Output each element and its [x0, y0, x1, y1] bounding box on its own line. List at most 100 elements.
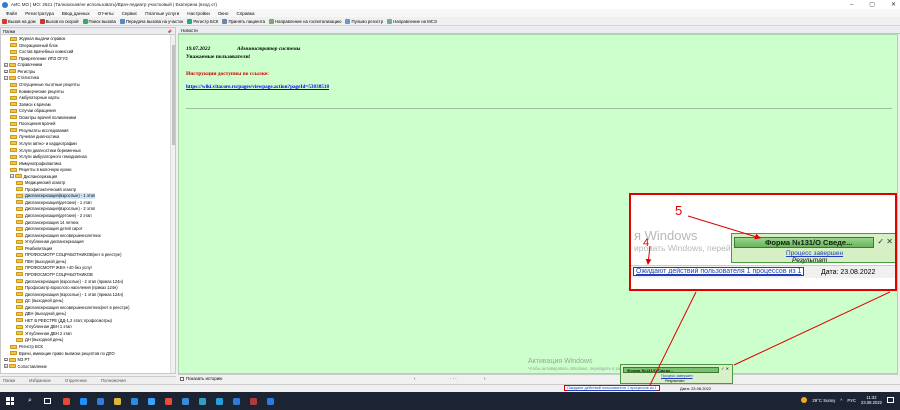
menu-item[interactable]: Регистратура [25, 11, 54, 16]
tree-item[interactable]: ПРОФОСМОТР СОЦРАБОТНИКОВ(нет в реестре) [16, 252, 121, 257]
tree-item[interactable]: Случаи обращения [10, 108, 56, 113]
pin-icon[interactable]: 📌 [167, 29, 172, 34]
zoom-waiting-processes-link[interactable]: Ожидают действий пользователя 1 процессо… [633, 267, 805, 276]
tree-item[interactable]: НЕТ В РЕЕСТРЕ (ДД-1,2 этап; профосмотры) [16, 318, 112, 323]
tree-item[interactable]: Записи к врачам [10, 102, 51, 107]
tree-item[interactable]: Осмотры врачей поликлиники [10, 115, 76, 120]
tree-item[interactable]: + Справочники [4, 62, 42, 67]
menu-item[interactable]: Платные услуги [145, 11, 179, 16]
tree-item[interactable]: Коммерческие рецепты [10, 88, 64, 94]
zoom-toast-process-link[interactable]: Процесс завершен [786, 250, 843, 257]
left-panel-tab[interactable]: Полномочия [101, 378, 126, 383]
left-panel-tab[interactable]: Отделение [65, 378, 87, 383]
taskbar-app-icon[interactable] [164, 397, 172, 405]
tree-item[interactable]: Прикрепление ИПЗ ОГУЗ [10, 56, 68, 61]
tree-item[interactable]: Диспансеризация(детские) - 1 этап [16, 200, 92, 205]
toolbar-button[interactable]: Поиск вызова [82, 18, 116, 24]
tree-item[interactable]: Рецепты в молочную кухню [10, 167, 71, 172]
tree-item[interactable]: Углубленная ДВН 1 этап [16, 324, 72, 329]
notifications-icon[interactable] [887, 397, 894, 403]
tab-news[interactable]: Новости [181, 28, 198, 33]
tree-item[interactable]: Медицинский осмотр [16, 180, 65, 185]
toast-controls-icon[interactable]: ✓ ✕ [721, 366, 729, 371]
tree-item[interactable]: − Статистика [4, 75, 39, 80]
tree-item[interactable]: ДН (выходной день) [16, 337, 63, 342]
windows-start-icon[interactable] [6, 397, 14, 405]
tree-item[interactable]: Диспансеризация (взрослые) - 2 этап (при… [16, 278, 123, 284]
collapse-icon[interactable]: − [10, 174, 14, 178]
tree-item[interactable]: Диспансеризация(взрослые) - 1 этап [16, 193, 96, 199]
toolbar-button[interactable]: Передача вызова на участок [119, 18, 183, 24]
minimize-button[interactable]: – [850, 2, 853, 8]
tree-item[interactable]: Диспансеризация несовершеннолетних [16, 233, 101, 238]
tree-item[interactable]: ПРОФОСМОТР СОЦРАБОТНИКОВ [16, 272, 93, 277]
tree-item[interactable]: Диспансеризация несовершеннолетних(нет в… [16, 305, 130, 310]
taskbar-app-icon[interactable] [198, 397, 206, 405]
toolbar-button[interactable]: Регистр БСК [187, 18, 218, 24]
taskbar-app-icon[interactable] [130, 397, 138, 405]
expand-icon[interactable]: + [4, 63, 8, 67]
waiting-processes-link[interactable]: Ожидают действий пользователя 1 процессо… [564, 385, 660, 391]
tree-item[interactable]: ДВН (выходной день) [16, 311, 66, 316]
expand-icon[interactable]: + [4, 357, 8, 362]
taskbar-app-icon[interactable] [147, 397, 155, 405]
close-button[interactable]: ✕ [891, 1, 896, 8]
scrollbar-thumb[interactable] [172, 45, 175, 145]
task-view-icon[interactable] [43, 398, 51, 404]
menu-item[interactable]: Файл [6, 11, 17, 16]
tree-item[interactable]: Диспансеризация детей сирот [16, 226, 83, 231]
weather-icon[interactable] [801, 397, 808, 403]
news-wiki-link[interactable]: https://wiki.vitacore.ru/pages/viewpage.… [186, 84, 329, 90]
expand-icon[interactable]: + [4, 364, 8, 368]
menu-item[interactable]: Окно [218, 11, 229, 16]
tree-item[interactable]: Диспансеризация (взрослые) - 1 этап (при… [16, 291, 123, 297]
tree-item[interactable]: Регистр БСК [10, 344, 43, 349]
toolbar-button[interactable]: Принять пациента [222, 18, 265, 24]
tree-item[interactable]: ПРОФОСМОТР ЖЕН +40 без услуг [16, 265, 92, 270]
show-history-checkbox[interactable] [180, 376, 184, 381]
tree-item[interactable]: Посещения врачей [10, 121, 55, 126]
tree-item[interactable]: Услуги диагностики беременных [10, 147, 81, 153]
taskbar-app-icon[interactable] [96, 397, 104, 405]
tree-scrollbar[interactable] [170, 35, 175, 373]
menu-item[interactable]: Отчеты [98, 11, 114, 16]
tray-expand-icon[interactable]: ^ [840, 398, 842, 403]
tree-item[interactable]: − Диспансеризация [10, 174, 57, 179]
taskbar-app-icon[interactable] [62, 397, 70, 405]
menu-item[interactable]: Ввод данных [62, 11, 90, 16]
tree-item[interactable]: Диспансеризация(детские) - 2 этап [16, 213, 92, 218]
taskbar-app-icon[interactable] [181, 397, 189, 405]
taskbar-app-icon[interactable] [249, 397, 257, 405]
tree-item[interactable]: Профосмотр взрослого населения (приказ 1… [16, 285, 118, 290]
collapse-icon[interactable]: − [4, 76, 8, 80]
taskbar-app-icon[interactable] [215, 397, 223, 405]
tree-item[interactable]: Углубленная диспансеризация [16, 239, 84, 244]
toolbar-button[interactable]: Вызов из скорой [39, 18, 79, 24]
taskbar-app-icon[interactable] [79, 397, 87, 405]
toolbar-button[interactable]: Направление на МСЭ [387, 18, 437, 24]
tree-item[interactable]: + Регистры [4, 69, 35, 74]
tree-item[interactable]: Услуги автно- и кардиографии [10, 141, 77, 146]
tree-item[interactable]: Диспансеризация 14 летних [16, 219, 79, 225]
tree-item[interactable]: Диспансеризация(взрослые) - 2 этап [16, 206, 95, 211]
tree-item[interactable]: Врачи, имеющие право выписки рецептов по… [10, 350, 115, 356]
toolbar-button[interactable]: Пульмо регистр [345, 18, 383, 24]
zoom-process-toast[interactable]: Форма №131/О Сведе... ✓ ✕ Процесс заверш… [731, 233, 895, 264]
tree-item[interactable]: ПВН (выходной день) [16, 259, 66, 264]
weather-text[interactable]: 29°C Sunny [812, 398, 835, 403]
menu-item[interactable]: Сервис [122, 11, 138, 16]
tree-item[interactable]: + Сопоставление [4, 364, 47, 369]
tree-item[interactable]: ДС (выходной день) [16, 298, 63, 303]
clock[interactable]: 11:32 23.08.2022 [861, 395, 882, 405]
tree-item[interactable]: Иммунопрофилактика [10, 160, 61, 166]
tree-item[interactable]: Операционный блок [10, 43, 58, 48]
maximize-button[interactable]: ▢ [869, 1, 875, 8]
language-indicator[interactable]: РУС [847, 398, 856, 403]
tree-item[interactable]: Амбулаторные карты [10, 95, 59, 100]
taskbar-app-icon[interactable] [113, 397, 121, 405]
tree-item[interactable]: Профилактический осмотр [16, 187, 76, 192]
taskbar-search-icon[interactable]: ⌕ [28, 397, 32, 405]
left-panel-tab[interactable]: Избранное [29, 378, 51, 383]
tree-item[interactable]: Результаты исследования [10, 128, 69, 133]
toast-process-link[interactable]: Процесс завершен [661, 374, 693, 378]
